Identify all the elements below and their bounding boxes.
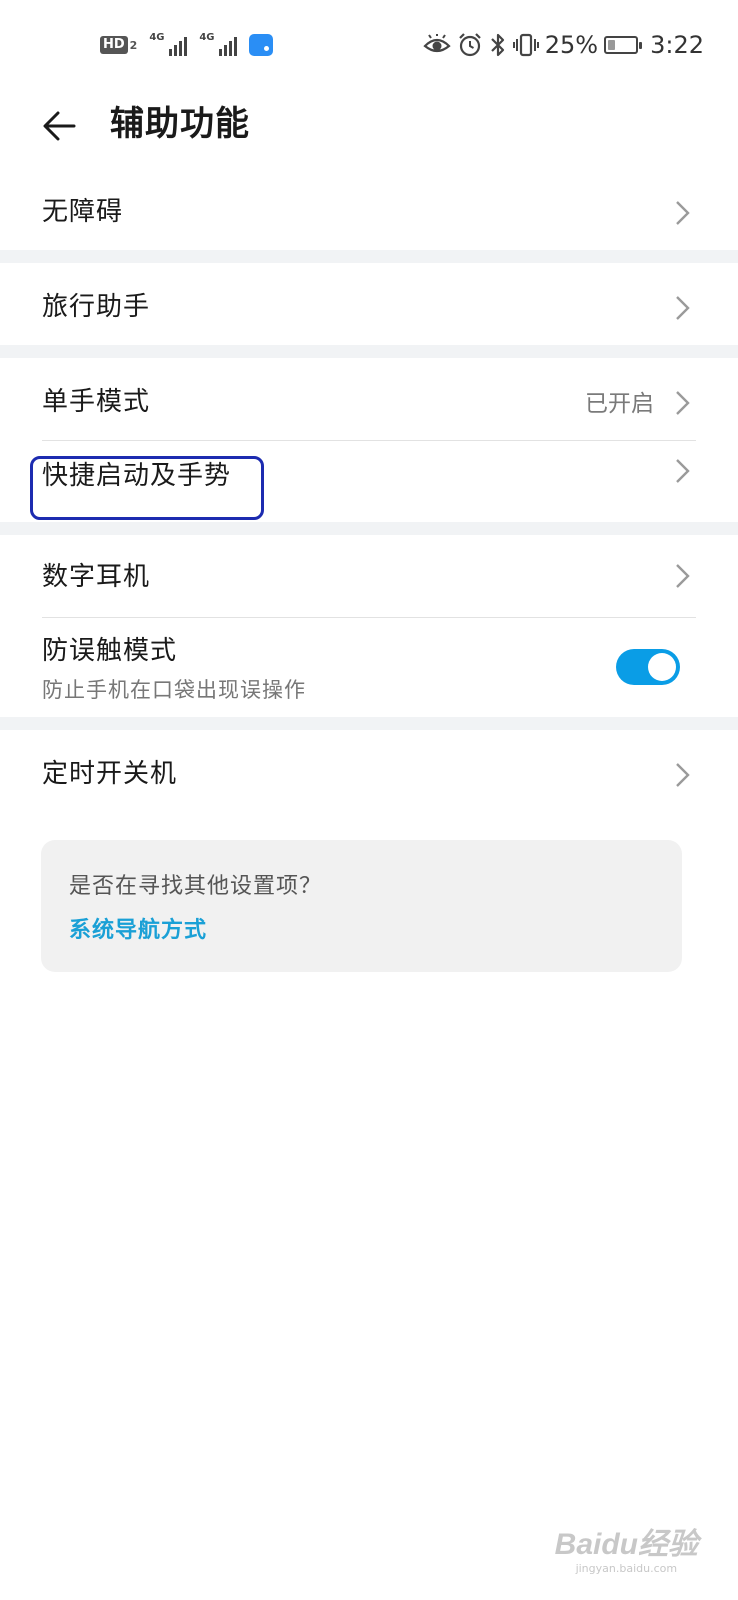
settings-item-label: 旅行助手 bbox=[42, 292, 151, 322]
section-separator bbox=[0, 522, 738, 535]
settings-item-value: 已开启 bbox=[585, 391, 654, 417]
status-bar-right: 25% 3:22 bbox=[423, 28, 704, 62]
settings-item-label: 定时开关机 bbox=[42, 759, 178, 789]
settings-item-mistouch-mode[interactable]: 防误触模式 防止手机在口袋出现误操作 bbox=[0, 617, 738, 717]
hd-label: HD bbox=[100, 36, 128, 54]
back-button[interactable] bbox=[40, 104, 84, 148]
section-separator bbox=[0, 250, 738, 263]
settings-item-scheduled-power[interactable]: 定时开关机 bbox=[0, 730, 738, 818]
settings-item-label: 防误触模式 bbox=[42, 636, 178, 666]
chevron-right-icon bbox=[676, 296, 690, 320]
suggestion-card: 是否在寻找其他设置项？ 系统导航方式 bbox=[41, 840, 682, 972]
suggestion-question: 是否在寻找其他设置项？ bbox=[69, 874, 323, 899]
settings-group-scheduled-power: 定时开关机 bbox=[0, 730, 738, 818]
chevron-right-icon bbox=[676, 459, 690, 483]
message-notification-icon bbox=[249, 34, 274, 56]
section-separator bbox=[0, 345, 738, 358]
settings-item-label: 无障碍 bbox=[42, 197, 124, 227]
chevron-right-icon bbox=[676, 391, 690, 415]
app-header: 辅助功能 bbox=[0, 86, 738, 162]
clock: 3:22 bbox=[650, 31, 704, 59]
watermark-logo: Baidu经验 jingyan.baidu.com bbox=[555, 1528, 698, 1576]
hd-sub-label: 2 bbox=[129, 38, 138, 52]
bluetooth-icon bbox=[490, 33, 504, 57]
network-gen-label: 4G bbox=[149, 32, 165, 43]
mistouch-toggle[interactable] bbox=[616, 649, 680, 685]
battery-percent: 25% bbox=[544, 31, 599, 59]
settings-group-earphone: 数字耳机 防误触模式 防止手机在口袋出现误操作 bbox=[0, 535, 738, 717]
highlight-box bbox=[30, 456, 264, 520]
watermark-sub: jingyan.baidu.com bbox=[575, 1562, 678, 1575]
settings-item-digital-earphone[interactable]: 数字耳机 bbox=[0, 535, 738, 617]
chevron-right-icon bbox=[676, 201, 690, 225]
status-bar: HD 2 4G 4G 25% 3:22 bbox=[0, 0, 738, 90]
alarm-icon bbox=[458, 33, 481, 57]
watermark-main: Baidu经验 bbox=[554, 1528, 698, 1561]
network-gen-label-sim2: 4G bbox=[199, 32, 215, 43]
suggestion-link-system-navigation[interactable]: 系统导航方式 bbox=[69, 916, 207, 946]
chevron-right-icon bbox=[676, 564, 690, 588]
settings-item-one-hand-mode[interactable]: 单手模式 已开启 bbox=[0, 358, 738, 446]
hd-voice-icon: HD 2 bbox=[100, 36, 137, 54]
section-separator bbox=[0, 717, 738, 730]
settings-item-travel-assistant[interactable]: 旅行助手 bbox=[0, 263, 738, 351]
toggle-knob bbox=[648, 653, 676, 681]
settings-item-accessibility[interactable]: 无障碍 bbox=[0, 168, 738, 256]
eye-comfort-icon bbox=[423, 34, 451, 53]
settings-item-label: 数字耳机 bbox=[42, 562, 151, 592]
settings-item-description: 防止手机在口袋出现误操作 bbox=[42, 678, 306, 702]
settings-item-label: 单手模式 bbox=[42, 387, 151, 417]
signal-icon: 4G bbox=[149, 32, 188, 58]
chevron-right-icon bbox=[676, 763, 690, 787]
settings-group-accessibility: 无障碍 bbox=[0, 168, 738, 256]
page-title: 辅助功能 bbox=[110, 104, 250, 144]
arrow-left-icon bbox=[43, 111, 76, 141]
vibrate-icon bbox=[512, 33, 539, 57]
list-divider bbox=[42, 440, 696, 441]
battery-icon bbox=[604, 36, 643, 54]
battery-fill bbox=[608, 40, 615, 50]
status-bar-left: HD 2 4G 4G bbox=[100, 30, 274, 60]
signal-icon-sim2: 4G bbox=[199, 32, 238, 58]
settings-group-travel: 旅行助手 bbox=[0, 263, 738, 351]
